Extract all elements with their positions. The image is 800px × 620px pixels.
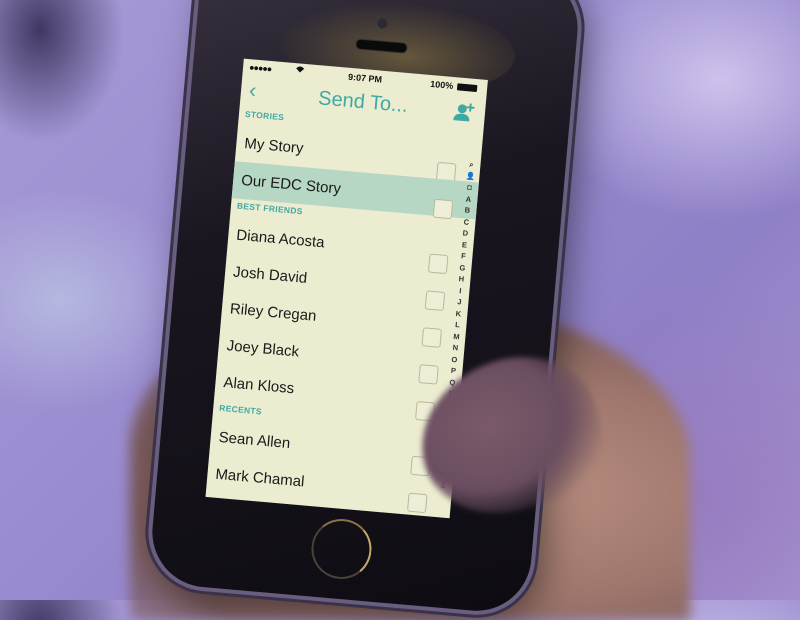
- home-button[interactable]: [308, 516, 374, 582]
- index-letter[interactable]: 👤: [465, 170, 475, 182]
- index-letter[interactable]: O: [451, 353, 458, 365]
- index-letter[interactable]: G: [459, 262, 466, 274]
- battery-percent: 100%: [429, 78, 454, 91]
- index-letter[interactable]: I: [459, 285, 462, 297]
- index-letter[interactable]: L: [455, 319, 461, 331]
- add-friend-icon[interactable]: [452, 101, 476, 123]
- index-letter[interactable]: P: [450, 365, 457, 377]
- index-letter[interactable]: B: [464, 204, 470, 216]
- checkbox[interactable]: [432, 198, 454, 220]
- index-letter[interactable]: K: [455, 308, 461, 320]
- index-letter[interactable]: C: [463, 216, 469, 228]
- index-letter[interactable]: ⌕: [469, 159, 474, 171]
- index-letter[interactable]: E: [461, 239, 468, 251]
- index-letter[interactable]: D: [462, 227, 468, 239]
- index-letter[interactable]: ◘: [467, 182, 473, 194]
- index-letter[interactable]: A: [465, 193, 471, 205]
- index-letter[interactable]: M: [453, 330, 460, 342]
- index-letter[interactable]: N: [452, 342, 458, 354]
- index-letter[interactable]: J: [457, 296, 462, 308]
- phone: ●●●●● 9:07 PM 100% ‹ Send To... STORIES: [147, 0, 583, 616]
- checkbox[interactable]: [406, 492, 428, 514]
- index-letter[interactable]: F: [461, 250, 467, 262]
- index-letter[interactable]: H: [458, 273, 464, 285]
- section-best-friends: BEST FRIENDS Diana Acosta Josh David Ril…: [214, 198, 476, 422]
